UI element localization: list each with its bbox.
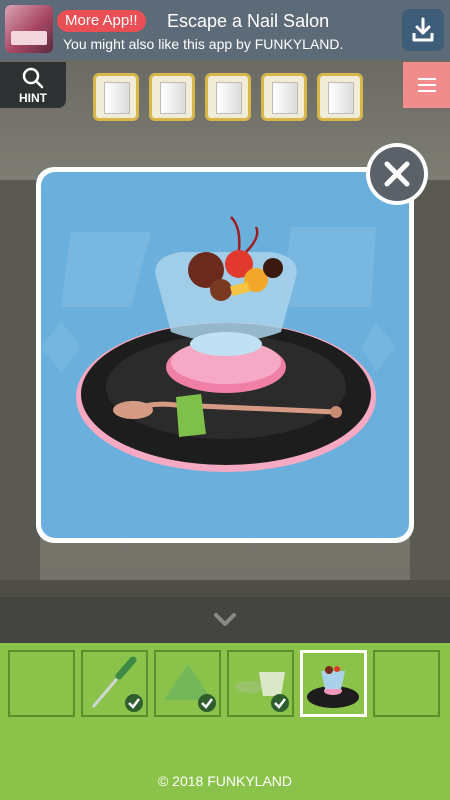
- popup-view: [41, 172, 409, 538]
- download-icon: [412, 17, 434, 42]
- item-slot[interactable]: [317, 73, 363, 121]
- ad-subtitle: You might also like this app by FUNKYLAN…: [63, 36, 344, 52]
- parfait-tray-icon: [307, 666, 359, 708]
- menu-button[interactable]: [403, 62, 450, 108]
- item-slot[interactable]: [93, 73, 139, 121]
- parfait-illustration[interactable]: [41, 172, 409, 538]
- hamburger-icon-line: [418, 90, 436, 92]
- checkmark-icon: [125, 694, 143, 712]
- item-slot[interactable]: [261, 73, 307, 121]
- search-icon: [22, 67, 44, 89]
- copyright-text: © 2018 FUNKYLAND: [157, 773, 293, 789]
- inventory-slot[interactable]: [8, 650, 75, 717]
- close-button[interactable]: [366, 143, 428, 205]
- checkmark-icon: [271, 694, 289, 712]
- chevron-down-icon[interactable]: [213, 612, 237, 628]
- hamburger-icon: [418, 78, 436, 80]
- item-popup: [36, 167, 414, 543]
- ad-banner[interactable]: More App!! Escape a Nail Salon You might…: [0, 0, 450, 60]
- ad-app-title[interactable]: Escape a Nail Salon: [167, 10, 329, 32]
- hamburger-icon-line: [418, 84, 436, 86]
- inventory-slot-selected[interactable]: [300, 650, 367, 717]
- more-apps-badge[interactable]: More App!!: [57, 10, 146, 32]
- hint-button[interactable]: HINT: [0, 62, 66, 108]
- navigation-bar: [0, 597, 450, 643]
- ad-app-thumbnail[interactable]: [5, 5, 53, 53]
- room-wall-left: [0, 180, 40, 580]
- room-wall-right: [410, 180, 450, 580]
- inventory-slot[interactable]: [373, 650, 440, 717]
- item-slot[interactable]: [149, 73, 195, 121]
- item-slot[interactable]: [205, 73, 251, 121]
- close-icon: [384, 161, 410, 187]
- close-button-ring: [370, 147, 424, 201]
- inventory-slot[interactable]: [227, 650, 294, 717]
- inventory-slot[interactable]: [154, 650, 221, 717]
- checkmark-icon: [198, 694, 216, 712]
- inventory-slot[interactable]: [81, 650, 148, 717]
- download-button[interactable]: [402, 9, 444, 51]
- hint-label: HINT: [19, 91, 47, 105]
